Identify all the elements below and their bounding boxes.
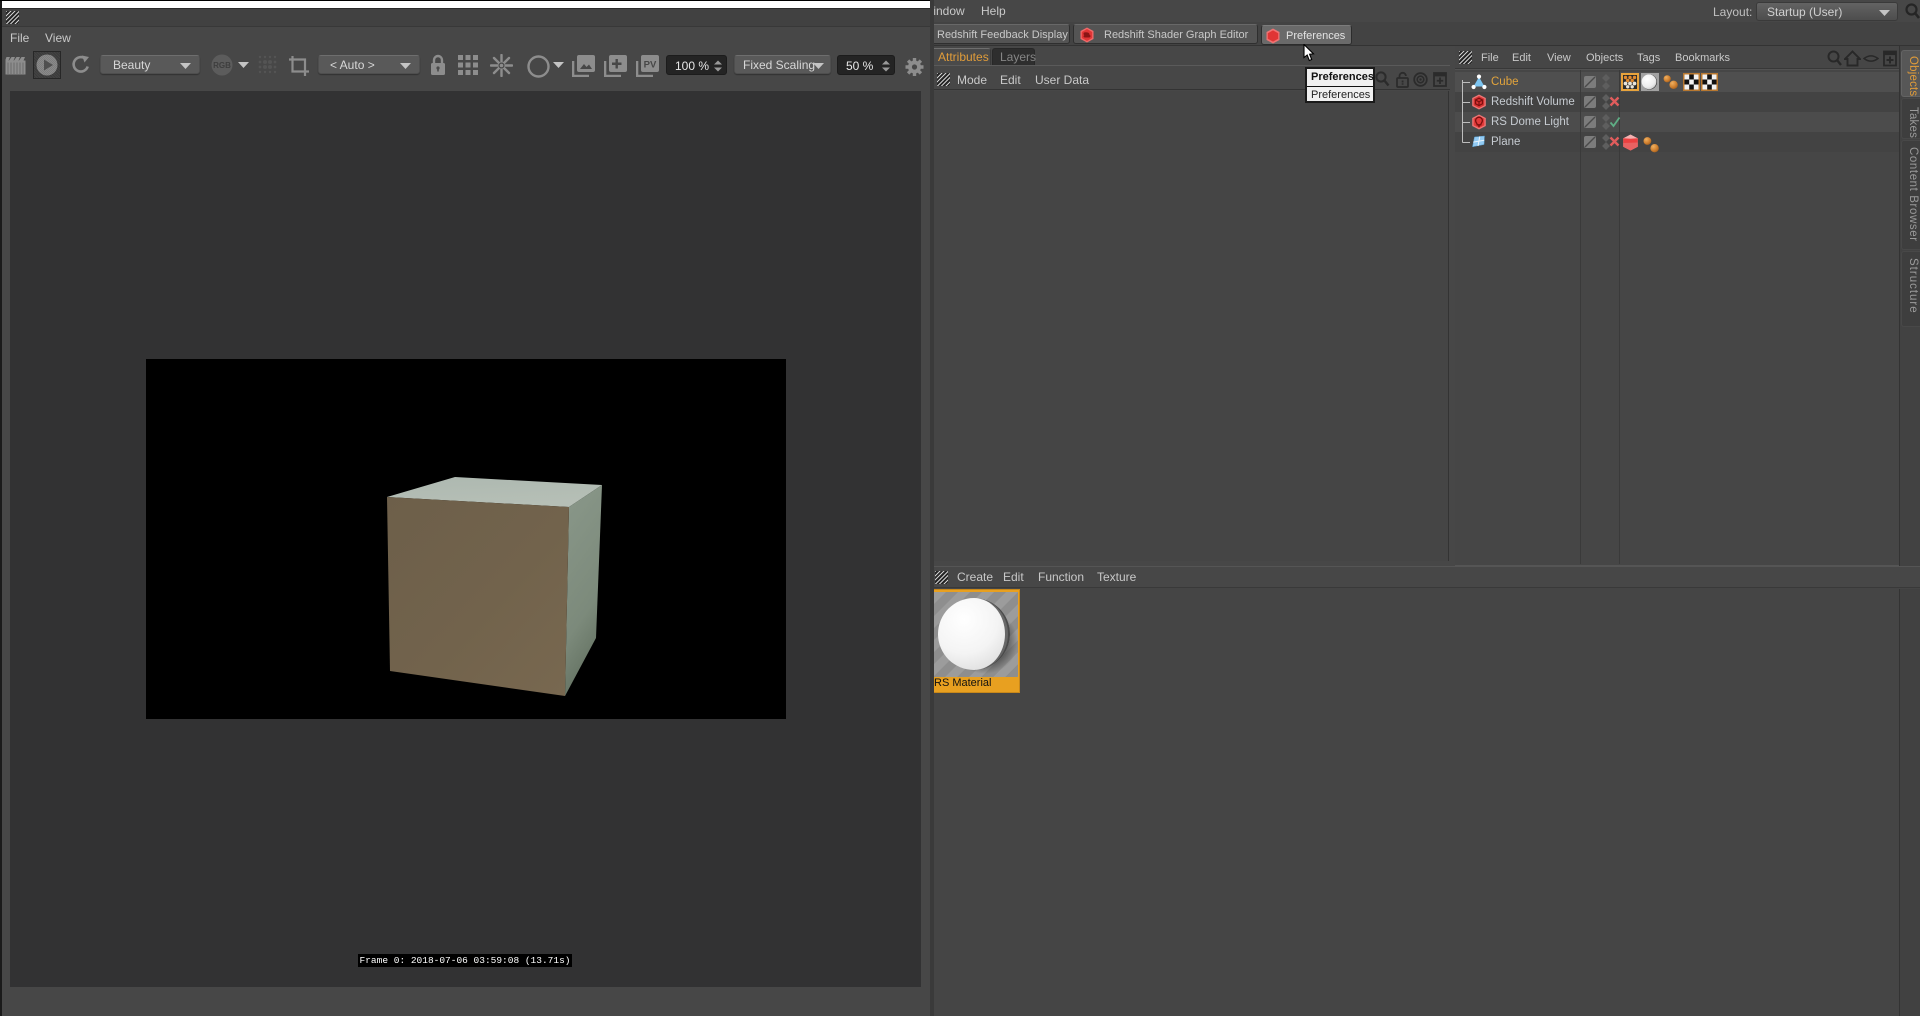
svg-text:RGB: RGB <box>213 61 231 70</box>
svg-text:PV: PV <box>644 60 657 71</box>
